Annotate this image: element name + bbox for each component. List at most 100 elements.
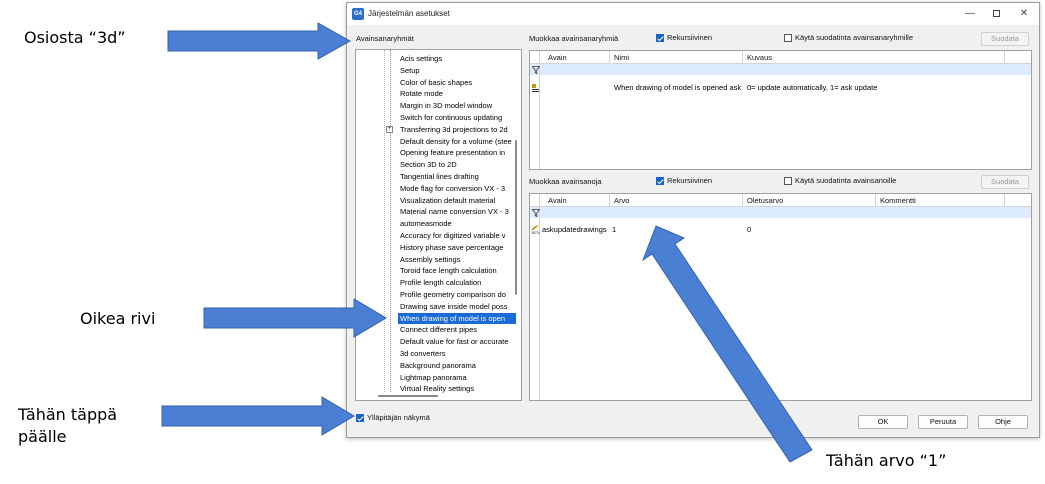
tree-horizontal-scrollbar[interactable] [358,393,513,399]
tree-item[interactable]: Profile length calculation [398,277,516,288]
tree-item[interactable]: Assembly settings [398,254,516,265]
tree-item[interactable]: When drawing of model is open [398,312,516,324]
tree-item[interactable]: Profile geometry comparison do [398,289,516,300]
tree-item[interactable]: Connect different pipes [398,324,516,335]
annotation-tahan-tappa-line2: päälle [18,427,67,446]
tree-item[interactable]: Mode flag for conversion VX - 3 [398,183,516,194]
help-button[interactable]: Ohje [978,415,1028,429]
keys-use-filter-label: Käytä suodatinta avainsanoille [795,176,897,185]
column-header-description[interactable]: Kuvaus [743,51,1005,64]
tree-item[interactable]: Rotate mode [398,88,516,99]
annotation-tahan-arvo: Tähän arvo “1” [826,451,947,470]
cell-default-value: 0 [747,225,752,234]
tree-item[interactable]: Margin in 3D model window [398,100,516,111]
column-header-key[interactable]: Avain [540,51,610,64]
arrow-to-admin-checkbox [161,396,355,436]
checkbox-checked-icon[interactable] [356,413,364,422]
keyword-groups-grid[interactable]: Avain Nimi Kuvaus When drawing of model … [529,50,1032,170]
tree-item[interactable]: Color of basic shapes [398,77,516,88]
column-header-comment[interactable]: Kommentti [876,194,1005,207]
tree-item[interactable]: Tangential lines drafting [398,171,516,182]
scrollbar-thumb[interactable] [378,395,438,397]
keywords-grid[interactable]: Avain Arvo Oletusarvo Kommentti BETA ask… [529,193,1032,401]
tree-item[interactable]: automeasmode [398,218,516,229]
annotation-oikea-rivi: Oikea rivi [80,309,156,328]
grid-corner [530,194,540,207]
svg-text:BETA: BETA [532,231,540,235]
tree-item[interactable]: Acis settings [398,53,516,64]
tree-item[interactable]: Toroid face length calculation [398,265,516,276]
groups-filter-button[interactable]: Suodata [981,32,1029,46]
tree-item[interactable]: Switch for continuous updating [398,112,516,123]
checkbox-checked-icon[interactable] [656,33,664,42]
tree-guide-line [390,50,391,392]
keyword-beta-icon: BETA [531,225,540,235]
maximize-icon [992,9,1000,17]
grid-header: Avain Nimi Kuvaus [530,51,1031,64]
checkbox-unchecked-icon[interactable] [784,176,792,185]
cell-comment[interactable] [876,224,1005,236]
minimize-button[interactable]: — [961,6,979,22]
app-logo-icon: G4 [352,8,364,20]
tree-item[interactable]: Section 3D to 2D [398,159,516,170]
ok-button[interactable]: OK [858,415,908,429]
keys-recursive-checkbox[interactable]: Rekursiivinen [656,176,712,185]
funnel-icon[interactable] [532,209,540,217]
edit-keyword-groups-label: Muokkaa avainsanaryhmiä [529,34,619,43]
annotation-tahan-tappa-line1: Tähän täppä [18,405,118,424]
title-bar: G4 Järjestelmän asetukset — ✕ [347,3,1039,25]
column-header-value[interactable]: Arvo [610,194,743,207]
admin-view-label: Ylläpitäjän näkymä [367,413,430,422]
grid-header: Avain Arvo Oletusarvo Kommentti [530,194,1031,207]
cell-description: 0= update automatically, 1= ask update [747,83,878,92]
tree-item[interactable]: Opening feature presentation in [398,147,516,158]
grid-filter-row[interactable] [530,207,1031,218]
tree-item[interactable]: Default value for fast or accurate [398,336,516,347]
close-button[interactable]: ✕ [1015,6,1033,22]
tree-item[interactable]: History phase save percentage [398,242,516,253]
cell-name: When drawing of model is opened ask ... [614,83,743,92]
groups-use-filter-label: Käytä suodatinta avainsanaryhmille [795,33,913,42]
tree-item[interactable]: Accuracy for digitized variable v [398,230,516,241]
table-row[interactable]: When drawing of model is opened ask ... … [530,82,1031,94]
tree-item[interactable]: Visualization default material [398,195,516,206]
tree-item[interactable]: Drawing save inside model poss [398,301,516,312]
checkbox-unchecked-icon[interactable] [784,33,792,42]
tree-item[interactable]: Setup [398,65,516,76]
column-header-key[interactable]: Avain [540,194,610,207]
keys-filter-button[interactable]: Suodata [981,175,1029,189]
column-header-name[interactable]: Nimi [610,51,743,64]
annotation-osiosta-3d: Osiosta “3d” [24,28,126,47]
maximize-button[interactable] [987,6,1005,22]
tree-item[interactable]: Background panorama [398,360,516,371]
grid-row-header [530,64,540,169]
grid-corner [530,51,540,64]
groups-recursive-checkbox[interactable]: Rekursiivinen [656,33,712,42]
tree-item[interactable]: 3d converters [398,348,516,359]
tree-item[interactable]: Lightmap panorama [398,372,516,383]
cell-key: askupdatedrawings [542,225,607,234]
keys-recursive-label: Rekursiivinen [667,176,713,185]
groups-recursive-label: Rekursiivinen [667,33,713,42]
keyword-groups-label: Avainsanaryhmät [356,34,414,43]
table-row[interactable]: BETA askupdatedrawings 1 0 [530,224,1031,236]
admin-view-checkbox[interactable]: Ylläpitäjän näkymä [356,413,430,422]
checkbox-checked-icon[interactable] [656,176,664,185]
tree-item[interactable]: Material name conversion VX - 3 [398,206,516,217]
groups-use-filter-checkbox[interactable]: Käytä suodatinta avainsanaryhmille [784,33,913,42]
arrow-to-groups-label [167,22,352,60]
window-title: Järjestelmän asetukset [368,9,450,18]
column-header-default[interactable]: Oletusarvo [743,194,876,207]
funnel-icon[interactable] [532,66,540,74]
cell-value[interactable]: 1 [610,224,743,236]
keys-use-filter-checkbox[interactable]: Käytä suodatinta avainsanoille [784,176,896,185]
grid-filter-row[interactable] [530,64,1031,75]
tree-vertical-scrollbar[interactable] [512,52,520,392]
edit-keywords-label: Muokkaa avainsanoja [529,177,602,186]
tree-item[interactable]: Transferring 3d projections to 2d [398,124,516,135]
scrollbar-thumb[interactable] [515,140,517,295]
tree-item[interactable]: Default density for a volume (stee [398,136,516,147]
plus-expander-icon[interactable]: + [386,125,393,133]
cancel-button[interactable]: Peruuta [918,415,968,429]
keyword-group-tree[interactable]: Acis settings Setup Color of basic shapes R… [355,49,522,401]
